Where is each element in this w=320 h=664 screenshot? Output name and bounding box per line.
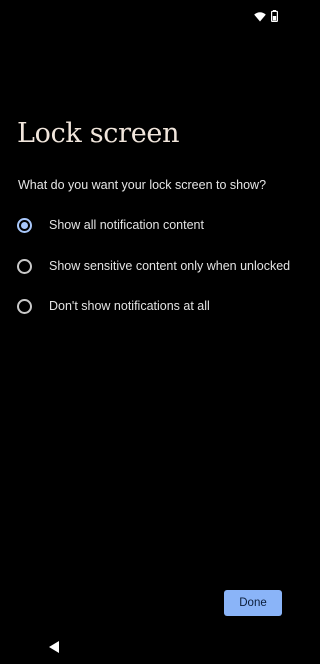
navigation-bar — [0, 628, 300, 664]
option-show-all-content[interactable]: Show all notification content — [0, 205, 300, 245]
option-label: Show sensitive content only when unlocke… — [49, 259, 291, 273]
battery-icon — [271, 7, 279, 26]
radio-button[interactable] — [17, 258, 32, 274]
back-icon[interactable] — [47, 639, 61, 653]
page-title: Lock screen — [17, 118, 180, 149]
option-dont-show[interactable]: Don't show notifications at all — [0, 286, 300, 326]
done-button[interactable]: Done — [224, 590, 282, 616]
option-label: Don't show notifications at all — [49, 299, 210, 313]
option-label: Show all notification content — [49, 218, 204, 232]
lock-screen-question: What do you want your lock screen to sho… — [18, 178, 267, 192]
radio-dot — [21, 221, 28, 229]
radio-button-selected[interactable] — [17, 217, 32, 233]
option-sensitive-when-unlocked[interactable]: Show sensitive content only when unlocke… — [0, 246, 300, 286]
status-bar — [254, 7, 279, 26]
radio-button[interactable] — [17, 298, 32, 314]
wifi-icon — [254, 7, 266, 26]
